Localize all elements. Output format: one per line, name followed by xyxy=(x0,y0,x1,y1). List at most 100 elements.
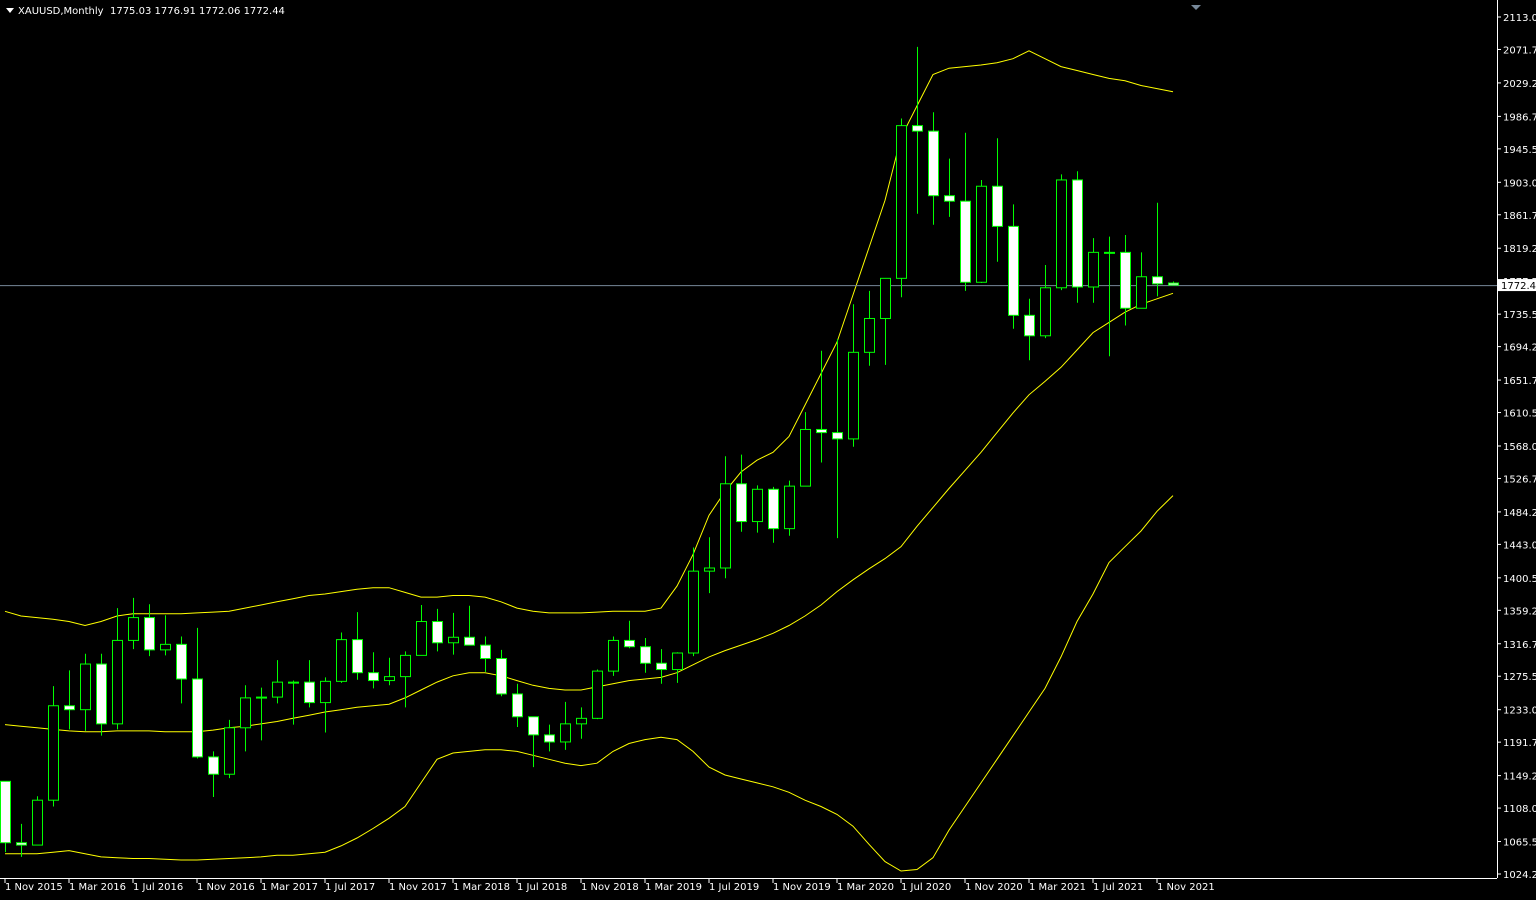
candle-body xyxy=(16,842,27,846)
candle xyxy=(896,118,907,298)
price-tick-label: 2029.25 xyxy=(1503,79,1536,90)
price-tick-label: 1065.50 xyxy=(1503,838,1536,849)
candle-body xyxy=(1152,276,1163,285)
candle xyxy=(256,687,267,741)
candle xyxy=(64,670,75,730)
price-tick-label: 1233.00 xyxy=(1503,706,1536,717)
candle-body xyxy=(448,636,459,644)
price-tick-label: 1191.75 xyxy=(1503,738,1536,749)
candle xyxy=(144,604,155,657)
ohlc-readout: 1775.03 1776.91 1772.06 1772.44 xyxy=(109,6,285,17)
time-tick-label: 1 Nov 2021 xyxy=(1157,882,1215,893)
candle-body xyxy=(992,185,1003,227)
price-chart[interactable]: 2113.00 2071.75 2029.25 1986.75 1945.50 1903.… xyxy=(0,0,1536,900)
candle-body xyxy=(144,617,155,651)
price-tick-label: 1651.75 xyxy=(1503,376,1536,387)
candle-body xyxy=(592,670,603,719)
candle-body xyxy=(96,663,107,725)
candle-body xyxy=(784,485,795,530)
candle-body xyxy=(1040,287,1051,337)
candle-body xyxy=(816,428,827,434)
time-tick-label: 1 Nov 2018 xyxy=(581,882,639,893)
candle xyxy=(768,486,779,543)
candle-body xyxy=(864,317,875,353)
candle xyxy=(912,46,923,214)
candle-body xyxy=(832,432,843,440)
time-tick-label: 1 Jul 2017 xyxy=(325,882,375,893)
candle xyxy=(368,652,379,689)
candle xyxy=(832,338,843,539)
price-axis: 2113.00 2071.75 2029.25 1986.75 1945.50 1903.… xyxy=(1497,13,1536,881)
candle-body xyxy=(768,488,779,530)
candle-body xyxy=(896,125,907,279)
time-tick-label: 1 Mar 2020 xyxy=(837,882,894,893)
candle xyxy=(96,653,107,736)
candle xyxy=(992,138,1003,262)
candle-body xyxy=(192,678,203,758)
time-tick-label: 1 Nov 2017 xyxy=(389,882,447,893)
candle-body xyxy=(960,200,971,283)
symbol-timeframe: XAUUSD,Monthly xyxy=(18,6,104,17)
price-tick-label: 1316.75 xyxy=(1503,640,1536,651)
candle-body xyxy=(608,639,619,672)
candle xyxy=(384,657,395,686)
bollinger-lower-band xyxy=(5,495,1174,872)
candle-body xyxy=(736,483,747,523)
candle-body xyxy=(576,717,587,725)
chart-shift-marker-icon[interactable] xyxy=(1191,5,1201,10)
candle xyxy=(544,724,555,752)
time-axis: 1 Nov 2015 1 Mar 2016 1 Jul 2016 1 Nov 2016… xyxy=(4,878,1215,893)
candle xyxy=(1120,235,1131,326)
candle xyxy=(512,683,523,728)
candle-body xyxy=(1120,251,1131,309)
candle-body xyxy=(160,643,171,651)
dropdown-triangle-icon[interactable] xyxy=(6,8,14,13)
candle-body xyxy=(928,130,939,197)
time-tick-label: 1 Nov 2019 xyxy=(773,882,831,893)
bollinger-upper-band xyxy=(4,50,1174,627)
price-tick-label: 1903.00 xyxy=(1503,178,1536,189)
candle xyxy=(304,660,315,708)
price-tick-label: 1610.50 xyxy=(1503,409,1536,420)
candle-body xyxy=(528,716,539,736)
candle xyxy=(432,608,443,652)
candle xyxy=(464,605,475,646)
price-tick-label: 1945.50 xyxy=(1503,145,1536,156)
candle-body xyxy=(800,428,811,487)
candle xyxy=(608,636,619,676)
time-tick-label: 1 Jul 2021 xyxy=(1093,882,1143,893)
candle xyxy=(624,620,635,649)
candle-body xyxy=(368,672,379,682)
candle-body xyxy=(752,488,763,523)
candle-body xyxy=(432,621,443,644)
price-tick-label: 1108.00 xyxy=(1503,804,1536,815)
time-tick-label: 1 Jul 2020 xyxy=(901,882,951,893)
candle xyxy=(416,604,427,656)
candle xyxy=(816,350,827,463)
candle xyxy=(352,612,363,680)
candle xyxy=(752,485,763,533)
candle xyxy=(80,653,91,731)
time-tick-label: 1 Nov 2020 xyxy=(965,882,1023,893)
candle-body xyxy=(224,727,235,775)
candle xyxy=(528,716,539,768)
candle xyxy=(448,612,459,655)
candle xyxy=(928,112,939,225)
candle xyxy=(224,719,235,779)
candle-body xyxy=(176,643,187,680)
candle xyxy=(640,638,651,673)
candle-body xyxy=(128,617,139,641)
candle xyxy=(1056,174,1067,291)
candle xyxy=(736,454,747,532)
price-tick-label: 1484.25 xyxy=(1503,508,1536,519)
price-tick-label: 1694.25 xyxy=(1503,343,1536,354)
candle xyxy=(1008,204,1019,329)
candle xyxy=(1088,238,1099,303)
price-tick-label: 1400.50 xyxy=(1503,574,1536,585)
time-tick-label: 1 Mar 2017 xyxy=(261,882,318,893)
candle-body xyxy=(352,639,363,674)
candle xyxy=(1072,171,1083,303)
candle xyxy=(32,796,43,846)
candle xyxy=(784,480,795,536)
candle xyxy=(848,304,859,447)
